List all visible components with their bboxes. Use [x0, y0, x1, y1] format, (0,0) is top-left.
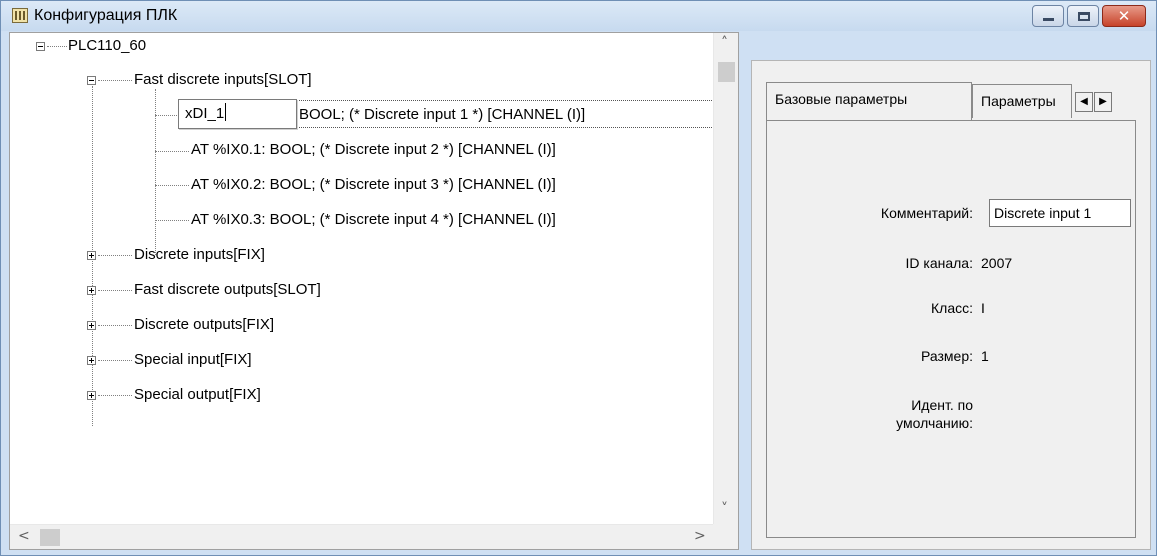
window-controls: ✕	[1032, 5, 1146, 27]
tree-node-discrete-outputs[interactable]: Discrete outputs[FIX]	[134, 316, 274, 334]
class-value: I	[981, 300, 985, 316]
properties-tabs: Базовые параметры Параметры ◀ ▶	[766, 82, 1136, 120]
tree-node-channel-3[interactable]: AT %IX0.2: BOOL; (* Discrete input 3 *) …	[191, 176, 556, 194]
close-button[interactable]: ✕	[1102, 5, 1146, 27]
tree-connector	[98, 290, 132, 291]
minimize-button[interactable]	[1032, 5, 1064, 27]
tree-node-root[interactable]: PLC110_60	[68, 37, 146, 55]
maximize-icon	[1078, 12, 1090, 21]
window-title: Конфигурация ПЛК	[34, 7, 178, 24]
scrollbar-corner	[713, 524, 738, 549]
title-bar[interactable]: Конфигурация ПЛК ✕	[1, 1, 1156, 31]
tree-connector	[98, 325, 132, 326]
default-id-label-line1: Идент. по	[911, 397, 973, 413]
tab-params[interactable]: Параметры	[972, 84, 1072, 118]
scroll-right-icon[interactable]: >	[694, 528, 706, 544]
tree-node-slot-group[interactable]: Fast discrete inputs[SLOT]	[134, 71, 312, 89]
tab-basic-params[interactable]: Базовые параметры	[766, 82, 972, 120]
text-caret	[225, 103, 227, 121]
tree-node-discrete-inputs[interactable]: Discrete inputs[FIX]	[134, 246, 265, 264]
scroll-left-icon[interactable]: <	[18, 528, 30, 544]
default-id-label-line2: умолчанию:	[896, 415, 973, 431]
tree-connector	[155, 151, 189, 152]
channel-id-label: ID канала:	[905, 255, 973, 271]
comment-label: Комментарий:	[880, 205, 973, 221]
collapse-slot-group-icon[interactable]	[87, 76, 96, 85]
tree-node-special-input[interactable]: Special input[FIX]	[134, 351, 252, 369]
plc-config-icon	[12, 8, 28, 23]
tree-connector	[98, 255, 132, 256]
expand-discrete-inputs-icon[interactable]	[87, 251, 96, 260]
expand-special-input-icon[interactable]	[87, 356, 96, 365]
tree-connector	[155, 185, 189, 186]
tree-node-channel-4[interactable]: AT %IX0.3: BOOL; (* Discrete input 4 *) …	[191, 211, 556, 229]
horizontal-scroll-thumb[interactable]	[40, 529, 60, 546]
tab-scroll-right-button[interactable]: ▶	[1094, 92, 1112, 112]
basic-params-panel: Комментарий: Discrete input 1 ID канала:…	[766, 120, 1136, 538]
channel-name-edit-input[interactable]: xDI_1	[178, 99, 297, 129]
expand-fast-discrete-outputs-icon[interactable]	[87, 286, 96, 295]
tree-connector	[98, 80, 132, 81]
minimize-icon	[1043, 18, 1054, 21]
scroll-down-icon[interactable]: ˅	[721, 501, 728, 517]
size-label: Размер:	[920, 348, 973, 364]
edit-value: xDI_1	[185, 105, 225, 122]
close-icon: ✕	[1117, 7, 1131, 25]
tree-connector	[98, 395, 132, 396]
expand-discrete-outputs-icon[interactable]	[87, 321, 96, 330]
channel-id-value: 2007	[981, 255, 1013, 271]
plc-config-window: Конфигурация ПЛК ✕ PLC110_60 Fast discre…	[0, 0, 1157, 556]
config-tree-pane: PLC110_60 Fast discrete inputs[SLOT] BOO…	[9, 32, 739, 550]
tree-node-channel-2[interactable]: AT %IX0.1: BOOL; (* Discrete input 2 *) …	[191, 141, 556, 159]
expand-special-output-icon[interactable]	[87, 391, 96, 400]
tree-connector	[155, 220, 189, 221]
maximize-button[interactable]	[1067, 5, 1099, 27]
comment-input[interactable]: Discrete input 1	[989, 199, 1131, 227]
properties-pane: Базовые параметры Параметры ◀ ▶ Коммента…	[751, 60, 1151, 550]
tree-node-fast-discrete-outputs[interactable]: Fast discrete outputs[SLOT]	[134, 281, 321, 299]
class-label: Класс:	[931, 300, 973, 316]
selected-row-focus	[295, 100, 714, 128]
collapse-root-icon[interactable]	[36, 42, 45, 51]
tree-node-special-output[interactable]: Special output[FIX]	[134, 386, 261, 404]
size-value: 1	[981, 348, 989, 364]
tree-connector	[155, 115, 179, 116]
vertical-scroll-thumb[interactable]	[718, 62, 735, 82]
tree-connector	[47, 46, 67, 47]
tree-connector	[155, 89, 156, 255]
tab-scroll-left-button[interactable]: ◀	[1075, 92, 1093, 112]
horizontal-scrollbar[interactable]: < >	[10, 524, 714, 549]
vertical-scrollbar[interactable]: ˄ ˅	[713, 33, 738, 525]
scroll-up-icon[interactable]: ˄	[721, 35, 728, 51]
tree-connector	[98, 360, 132, 361]
config-tree: PLC110_60 Fast discrete inputs[SLOT] BOO…	[10, 33, 714, 525]
